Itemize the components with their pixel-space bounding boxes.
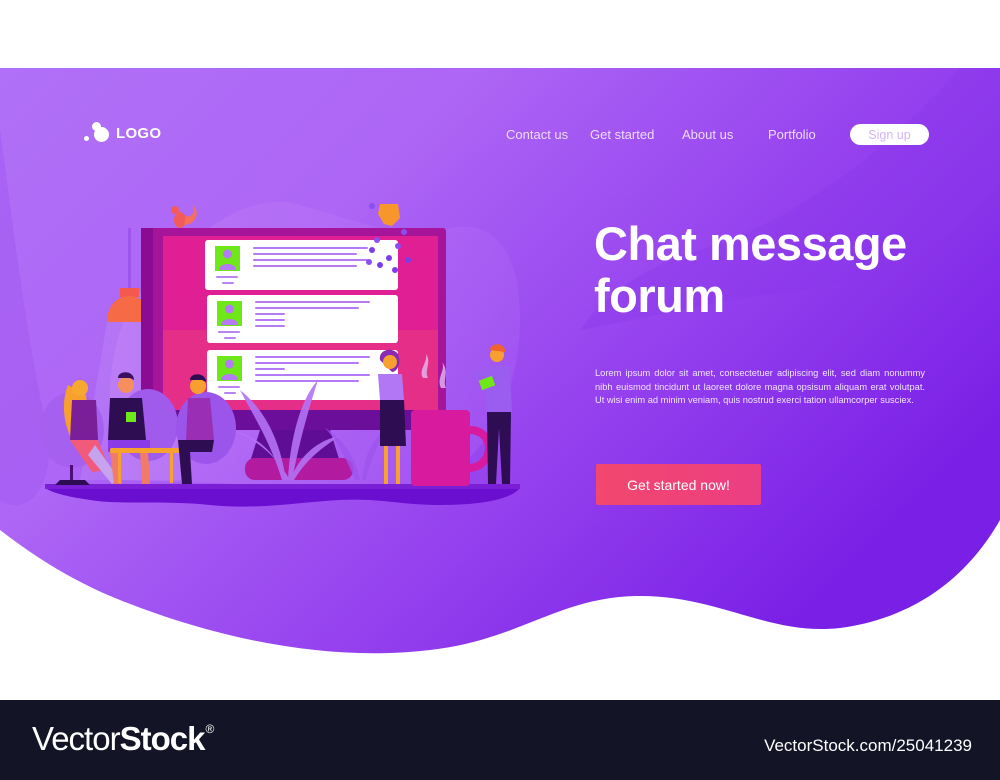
nav-contact-us[interactable]: Contact us: [506, 127, 568, 142]
squirrel: [171, 204, 197, 228]
signup-button[interactable]: Sign up: [850, 124, 929, 145]
hero-description: Lorem ipsum dolor sit amet, consectetuer…: [595, 368, 925, 405]
nav-portfolio[interactable]: Portfolio: [768, 127, 816, 142]
hero-title-line-2: forum: [594, 269, 725, 322]
message-card: [207, 295, 398, 343]
hero-title-line-1: Chat message: [594, 217, 907, 270]
nav-about-us[interactable]: About us: [682, 127, 733, 142]
message-card: [207, 350, 398, 400]
floor-shadow: [45, 488, 520, 507]
nav-get-started[interactable]: Get started: [590, 127, 654, 142]
watermark-footer: VectorStock® VectorStock.com/25041239: [0, 700, 1000, 780]
landing-page: LOGO Contact us Get started About us Por…: [0, 0, 1000, 780]
image-id-text: VectorStock.com/25041239: [764, 736, 972, 755]
vectorstock-brand: VectorStock®: [32, 720, 214, 757]
hero-title: Chat message forum: [594, 218, 974, 322]
message-card: [205, 240, 398, 290]
get-started-now-button[interactable]: Get started now!: [596, 464, 761, 505]
